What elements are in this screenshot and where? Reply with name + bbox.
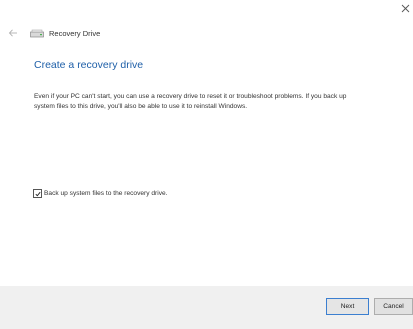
backup-system-files-label: Back up system files to the recovery dri… [44, 190, 168, 197]
back-arrow-icon[interactable] [8, 28, 18, 38]
cancel-button[interactable]: Cancel [374, 298, 413, 315]
recovery-drive-window: Recovery Drive Create a recovery drive E… [0, 0, 413, 329]
description-text: Even if your PC can't start, you can use… [34, 93, 347, 110]
backup-system-files-checkbox[interactable] [33, 189, 42, 198]
close-icon[interactable] [401, 4, 410, 13]
backup-system-files-option[interactable]: Back up system files to the recovery dri… [33, 189, 168, 198]
window-title: Recovery Drive [49, 28, 101, 38]
wizard-footer: Next Cancel [0, 286, 413, 329]
page-title: Create a recovery drive [34, 59, 144, 71]
wizard-titlebar: Recovery Drive [8, 26, 100, 40]
recovery-drive-icon [30, 29, 44, 38]
checkmark-icon [34, 191, 41, 196]
next-button[interactable]: Next [326, 298, 369, 315]
